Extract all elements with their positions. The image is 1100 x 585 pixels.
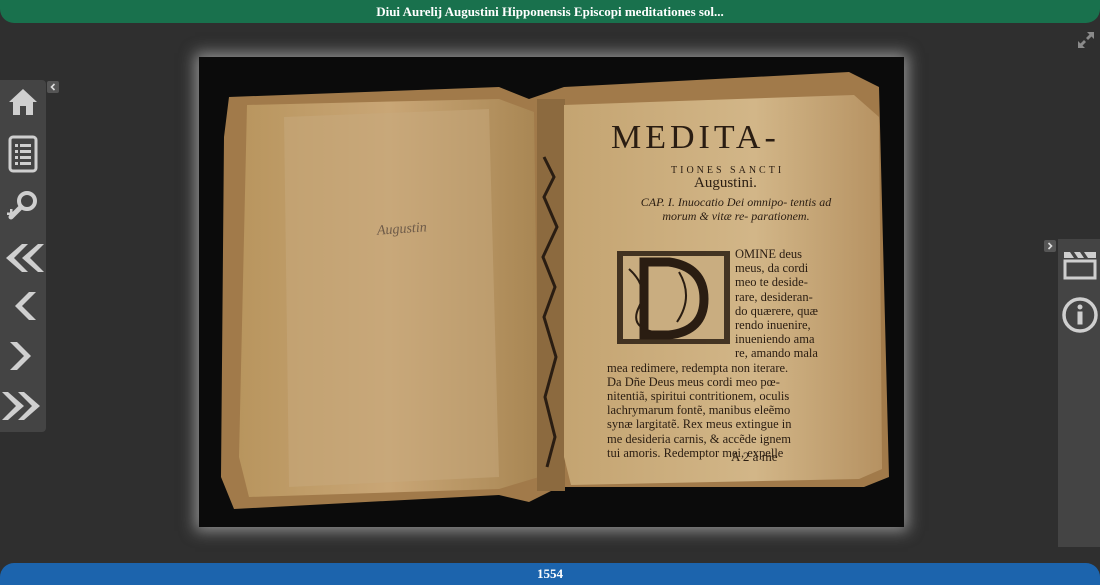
page-title-text: MEDITA- (611, 119, 780, 156)
chevron-left-icon (50, 83, 56, 91)
left-toolbar (0, 80, 46, 432)
body-line: re, amando mala (735, 346, 818, 361)
previous-page-button[interactable] (6, 288, 40, 324)
signature-mark: A 2 à me (731, 449, 778, 464)
body-line: mea redimere, redempta non iterare. (607, 360, 789, 375)
body-line: meo te deside- (735, 275, 808, 290)
body-line: rare, desideran- (735, 289, 813, 304)
body-line: synæ largitatẽ. Rex meus extingue in (607, 417, 792, 432)
body-line: rendo inuenire, (735, 318, 811, 333)
page-subtitle-name: Augustini. (694, 175, 757, 191)
book-title: Diui Aurelij Augustini Hipponensis Episc… (376, 3, 724, 19)
fullscreen-button[interactable] (1076, 30, 1096, 50)
page-info-label: 1554 (537, 566, 563, 581)
expand-icon (1078, 32, 1094, 48)
page-viewer[interactable]: MEDITA- TIONES SANCTI Augustini. CAP. I.… (199, 57, 904, 527)
page-info-bar: 1554 (0, 563, 1100, 585)
last-page-button[interactable] (2, 388, 44, 424)
zoom-button[interactable] (6, 188, 40, 224)
page-body-text: OMINE deus meus, da cordi meo te deside-… (607, 247, 833, 460)
last-page-icon (2, 392, 40, 420)
body-line: meus, da cordi (735, 261, 809, 276)
title-bar: Diui Aurelij Augustini Hipponensis Episc… (0, 0, 1100, 23)
body-line: Da Dñe Deus meus cordi meo pœ- (607, 374, 780, 389)
info-icon (1062, 297, 1098, 333)
next-page-button[interactable] (6, 338, 40, 374)
next-page-icon (10, 342, 31, 370)
info-button[interactable] (1060, 295, 1100, 335)
body-line: me desideria carnis, & accẽde ignem (607, 431, 791, 446)
first-page-button[interactable] (2, 240, 44, 276)
collapse-left-toolbar-button[interactable] (47, 81, 59, 93)
home-icon (9, 89, 37, 115)
previous-page-icon (15, 292, 36, 320)
chevron-right-icon (1047, 242, 1053, 250)
body-line: do quærere, quæ (735, 303, 818, 318)
collapse-right-toolbar-button[interactable] (1044, 240, 1056, 252)
home-button[interactable] (6, 84, 40, 120)
zoom-icon (7, 191, 37, 220)
body-line: inueniendo ama (735, 332, 815, 347)
table-of-contents-button[interactable] (6, 134, 40, 174)
body-line: nitentiã, spiritui contritionem, oculis (607, 389, 790, 404)
media-button[interactable] (1060, 247, 1100, 283)
clapperboard-icon (1063, 252, 1097, 280)
body-line: tui amoris. Redemptor mei, expelle (607, 445, 784, 460)
chapter-heading: CAP. I. Inuocatio Dei omnipo- tentis ad … (640, 195, 832, 223)
first-page-icon (6, 244, 44, 272)
body-line: OMINE deus (735, 247, 803, 261)
table-of-contents-icon (8, 135, 38, 173)
right-toolbar (1058, 239, 1100, 547)
body-line: lachrymarum fontẽ, manibus eleẽmo (607, 403, 791, 418)
